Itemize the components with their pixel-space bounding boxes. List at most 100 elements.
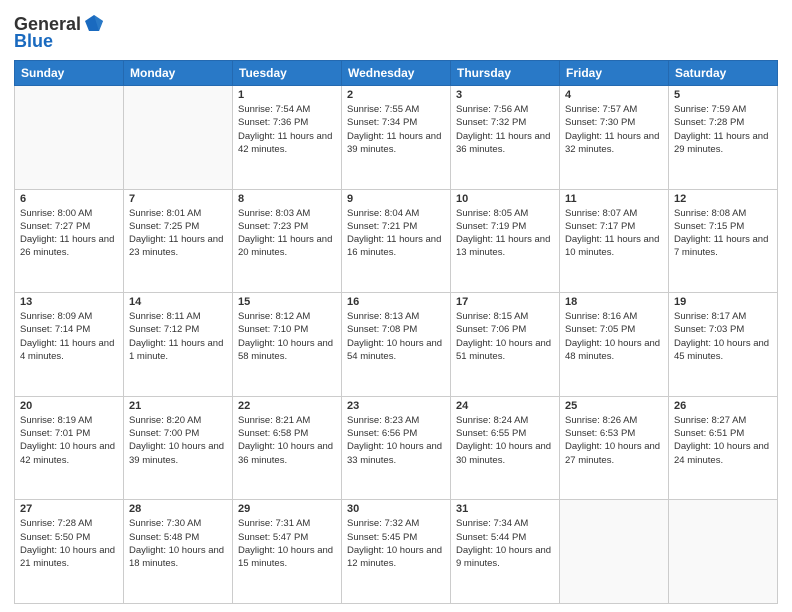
- day-info: Sunrise: 8:19 AM Sunset: 7:01 PM Dayligh…: [20, 414, 118, 467]
- calendar-cell: [669, 500, 778, 604]
- header: General Blue: [14, 10, 778, 52]
- day-number: 25: [565, 400, 663, 412]
- weekday-header-thursday: Thursday: [451, 61, 560, 86]
- calendar-cell: 8Sunrise: 8:03 AM Sunset: 7:23 PM Daylig…: [233, 189, 342, 293]
- calendar-cell: 20 Sunrise: 8:19 AM Sunset: 7:01 PM Dayli…: [15, 396, 124, 500]
- calendar-cell: 1 Sunrise: 7:54 AM Sunset: 7:36 PM Daylig…: [233, 86, 342, 190]
- calendar-cell: 17Sunrise: 8:15 AM Sunset: 7:06 PM Dayli…: [451, 293, 560, 397]
- day-info: Sunrise: 8:03 AM Sunset: 7:23 PM Dayligh…: [238, 207, 336, 260]
- day-info: Sunrise: 8:11 AM Sunset: 7:12 PM Dayligh…: [129, 310, 227, 363]
- day-info: Sunrise: 7:34 AM Sunset: 5:44 PM Dayligh…: [456, 517, 554, 570]
- day-number: 31: [456, 503, 554, 515]
- day-info: Sunrise: 8:17 AM Sunset: 7:03 PM Dayligh…: [674, 310, 772, 363]
- day-number: 11: [565, 193, 663, 205]
- day-number: 29: [238, 503, 336, 515]
- calendar-cell: [560, 500, 669, 604]
- week-row-5: 27 Sunrise: 7:28 AM Sunset: 5:50 PM Dayli…: [15, 500, 778, 604]
- calendar-cell: 27 Sunrise: 7:28 AM Sunset: 5:50 PM Dayli…: [15, 500, 124, 604]
- calendar-cell: 12 Sunrise: 8:08 AM Sunset: 7:15 PM Dayli…: [669, 189, 778, 293]
- day-info: Sunrise: 7:28 AM Sunset: 5:50 PM Dayligh…: [20, 517, 118, 570]
- day-info: Sunrise: 8:27 AM Sunset: 6:51 PM Dayligh…: [674, 414, 772, 467]
- day-info: Sunrise: 8:23 AM Sunset: 6:56 PM Dayligh…: [347, 414, 445, 467]
- calendar-cell: 21 Sunrise: 8:20 AM Sunset: 7:00 PM Dayli…: [124, 396, 233, 500]
- day-number: 23: [347, 400, 445, 412]
- weekday-header-monday: Monday: [124, 61, 233, 86]
- calendar-cell: 19 Sunrise: 8:17 AM Sunset: 7:03 PM Dayli…: [669, 293, 778, 397]
- week-row-4: 20 Sunrise: 8:19 AM Sunset: 7:01 PM Dayli…: [15, 396, 778, 500]
- day-number: 5: [674, 89, 772, 101]
- day-info: Sunrise: 8:09 AM Sunset: 7:14 PM Dayligh…: [20, 310, 118, 363]
- day-number: 24: [456, 400, 554, 412]
- day-info: Sunrise: 8:00 AM Sunset: 7:27 PM Dayligh…: [20, 207, 118, 260]
- day-info: Sunrise: 8:16 AM Sunset: 7:05 PM Dayligh…: [565, 310, 663, 363]
- day-info: Sunrise: 8:05 AM Sunset: 7:19 PM Dayligh…: [456, 207, 554, 260]
- day-info: Sunrise: 7:32 AM Sunset: 5:45 PM Dayligh…: [347, 517, 445, 570]
- day-info: Sunrise: 8:01 AM Sunset: 7:25 PM Dayligh…: [129, 207, 227, 260]
- day-info: Sunrise: 7:55 AM Sunset: 7:34 PM Dayligh…: [347, 103, 445, 156]
- day-number: 1: [238, 89, 336, 101]
- day-info: Sunrise: 7:54 AM Sunset: 7:36 PM Dayligh…: [238, 103, 336, 156]
- day-number: 22: [238, 400, 336, 412]
- day-info: Sunrise: 8:12 AM Sunset: 7:10 PM Dayligh…: [238, 310, 336, 363]
- day-info: Sunrise: 7:59 AM Sunset: 7:28 PM Dayligh…: [674, 103, 772, 156]
- weekday-header-tuesday: Tuesday: [233, 61, 342, 86]
- calendar-cell: 16Sunrise: 8:13 AM Sunset: 7:08 PM Dayli…: [342, 293, 451, 397]
- calendar-cell: 30Sunrise: 7:32 AM Sunset: 5:45 PM Dayli…: [342, 500, 451, 604]
- week-row-1: 1 Sunrise: 7:54 AM Sunset: 7:36 PM Daylig…: [15, 86, 778, 190]
- calendar-cell: [15, 86, 124, 190]
- day-number: 7: [129, 193, 227, 205]
- day-number: 14: [129, 296, 227, 308]
- calendar-cell: 4 Sunrise: 7:57 AM Sunset: 7:30 PM Daylig…: [560, 86, 669, 190]
- calendar-cell: 28Sunrise: 7:30 AM Sunset: 5:48 PM Dayli…: [124, 500, 233, 604]
- calendar-cell: 18Sunrise: 8:16 AM Sunset: 7:05 PM Dayli…: [560, 293, 669, 397]
- day-info: Sunrise: 8:04 AM Sunset: 7:21 PM Dayligh…: [347, 207, 445, 260]
- calendar-cell: 29 Sunrise: 7:31 AM Sunset: 5:47 PM Dayli…: [233, 500, 342, 604]
- day-info: Sunrise: 8:08 AM Sunset: 7:15 PM Dayligh…: [674, 207, 772, 260]
- calendar-cell: 22Sunrise: 8:21 AM Sunset: 6:58 PM Dayli…: [233, 396, 342, 500]
- calendar-cell: 9 Sunrise: 8:04 AM Sunset: 7:21 PM Daylig…: [342, 189, 451, 293]
- day-number: 27: [20, 503, 118, 515]
- calendar-cell: [124, 86, 233, 190]
- day-info: Sunrise: 8:20 AM Sunset: 7:00 PM Dayligh…: [129, 414, 227, 467]
- day-number: 4: [565, 89, 663, 101]
- calendar-cell: 26 Sunrise: 8:27 AM Sunset: 6:51 PM Dayli…: [669, 396, 778, 500]
- calendar-cell: 6 Sunrise: 8:00 AM Sunset: 7:27 PM Daylig…: [15, 189, 124, 293]
- day-info: Sunrise: 7:31 AM Sunset: 5:47 PM Dayligh…: [238, 517, 336, 570]
- weekday-header-sunday: Sunday: [15, 61, 124, 86]
- weekday-header-friday: Friday: [560, 61, 669, 86]
- logo-flag-icon: [83, 13, 105, 35]
- weekday-header-row: SundayMondayTuesdayWednesdayThursdayFrid…: [15, 61, 778, 86]
- calendar-cell: 23 Sunrise: 8:23 AM Sunset: 6:56 PM Dayli…: [342, 396, 451, 500]
- calendar-cell: 13 Sunrise: 8:09 AM Sunset: 7:14 PM Dayli…: [15, 293, 124, 397]
- day-number: 10: [456, 193, 554, 205]
- day-info: Sunrise: 8:26 AM Sunset: 6:53 PM Dayligh…: [565, 414, 663, 467]
- calendar-cell: 5 Sunrise: 7:59 AM Sunset: 7:28 PM Daylig…: [669, 86, 778, 190]
- calendar-cell: 10 Sunrise: 8:05 AM Sunset: 7:19 PM Dayli…: [451, 189, 560, 293]
- day-number: 12: [674, 193, 772, 205]
- weekday-header-saturday: Saturday: [669, 61, 778, 86]
- day-info: Sunrise: 7:57 AM Sunset: 7:30 PM Dayligh…: [565, 103, 663, 156]
- calendar-table: SundayMondayTuesdayWednesdayThursdayFrid…: [14, 60, 778, 604]
- day-number: 17: [456, 296, 554, 308]
- day-number: 9: [347, 193, 445, 205]
- day-number: 20: [20, 400, 118, 412]
- day-number: 3: [456, 89, 554, 101]
- day-number: 2: [347, 89, 445, 101]
- calendar-cell: 24 Sunrise: 8:24 AM Sunset: 6:55 PM Dayli…: [451, 396, 560, 500]
- weekday-header-wednesday: Wednesday: [342, 61, 451, 86]
- calendar-cell: 7 Sunrise: 8:01 AM Sunset: 7:25 PM Daylig…: [124, 189, 233, 293]
- day-number: 13: [20, 296, 118, 308]
- week-row-2: 6 Sunrise: 8:00 AM Sunset: 7:27 PM Daylig…: [15, 189, 778, 293]
- day-info: Sunrise: 8:07 AM Sunset: 7:17 PM Dayligh…: [565, 207, 663, 260]
- calendar-cell: 15Sunrise: 8:12 AM Sunset: 7:10 PM Dayli…: [233, 293, 342, 397]
- day-number: 6: [20, 193, 118, 205]
- day-number: 19: [674, 296, 772, 308]
- calendar-cell: 25 Sunrise: 8:26 AM Sunset: 6:53 PM Dayli…: [560, 396, 669, 500]
- day-number: 28: [129, 503, 227, 515]
- day-number: 21: [129, 400, 227, 412]
- logo: General Blue: [14, 14, 105, 52]
- day-number: 26: [674, 400, 772, 412]
- day-info: Sunrise: 8:24 AM Sunset: 6:55 PM Dayligh…: [456, 414, 554, 467]
- calendar-cell: 11 Sunrise: 8:07 AM Sunset: 7:17 PM Dayli…: [560, 189, 669, 293]
- day-info: Sunrise: 7:56 AM Sunset: 7:32 PM Dayligh…: [456, 103, 554, 156]
